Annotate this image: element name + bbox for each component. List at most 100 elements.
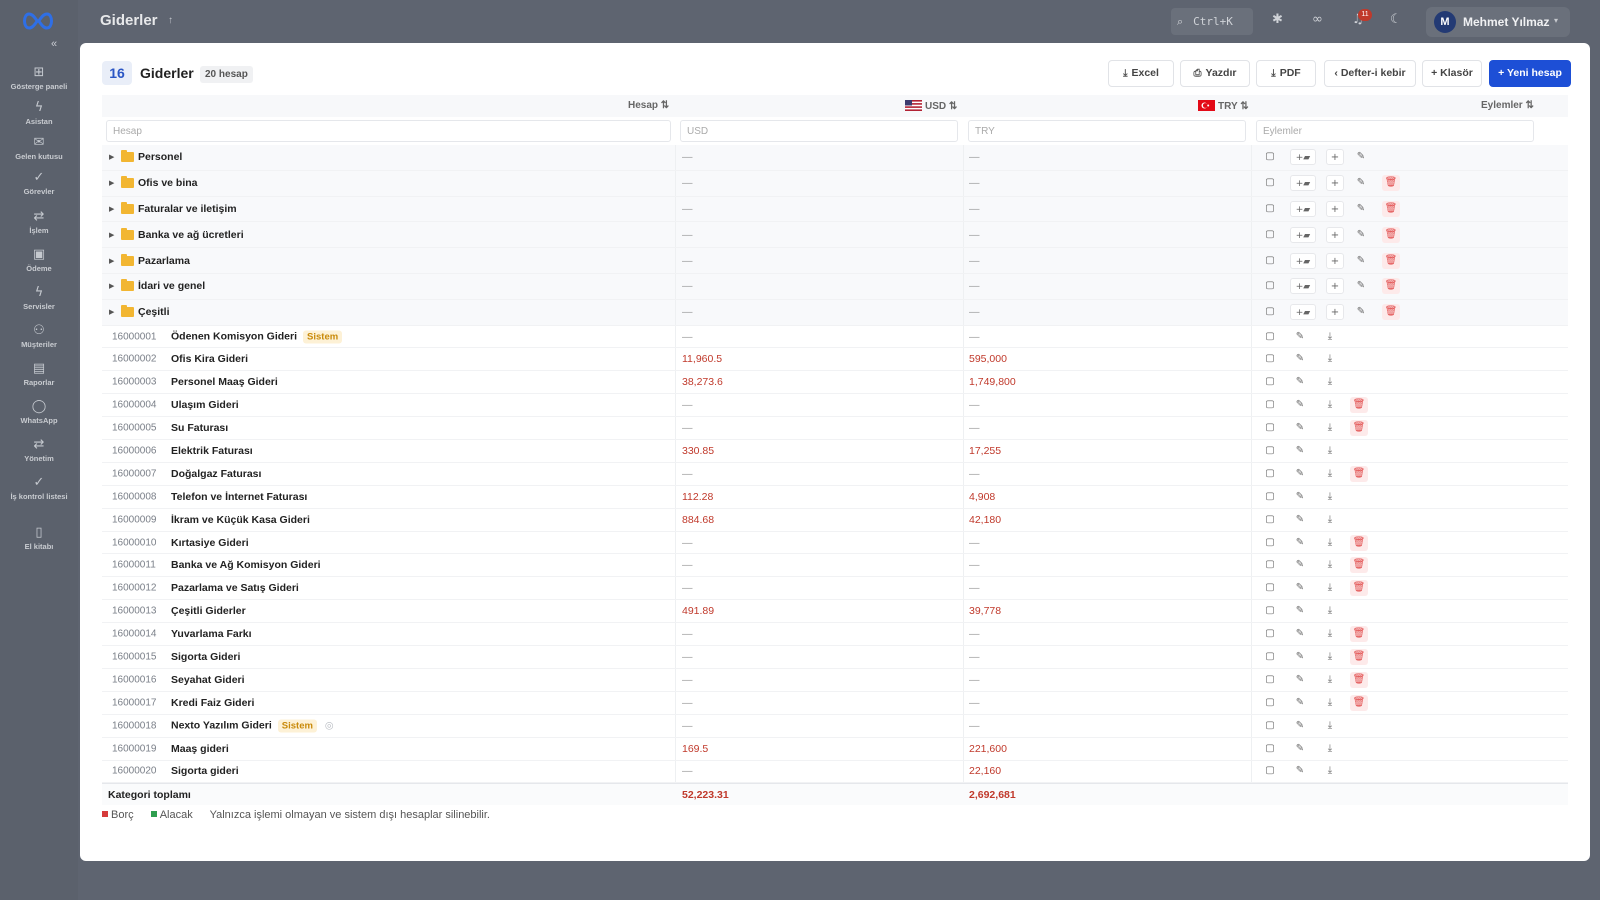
delete-button[interactable]: 🗑 [1350, 420, 1368, 437]
document-icon[interactable]: ▢ [1261, 489, 1279, 505]
pdf-button[interactable]: ⤓ PDF [1256, 60, 1316, 87]
delete-button[interactable]: 🗑 [1350, 557, 1368, 574]
sidebar-item[interactable]: ▯ El kitabı [0, 526, 78, 552]
folder-row[interactable]: ▶ Banka ve ağ ücretleri — — ▢ +▰ + ✎ 🗑 [102, 222, 1568, 249]
add-account-button[interactable]: + [1326, 252, 1344, 269]
add-account-button[interactable]: + [1326, 304, 1344, 321]
document-icon[interactable]: ▢ [1261, 512, 1279, 528]
download-icon[interactable]: ⤓ [1321, 763, 1339, 779]
try-filter-input[interactable]: TRY [968, 120, 1246, 142]
pin-icon[interactable]: ↑ [168, 15, 173, 26]
download-icon[interactable]: ⤓ [1321, 489, 1339, 505]
edit-icon[interactable]: ✎ [1291, 718, 1309, 734]
delete-button[interactable]: 🗑 [1350, 580, 1368, 597]
add-account-button[interactable]: + [1326, 175, 1344, 192]
delete-button[interactable]: 🗑 [1350, 671, 1368, 688]
edit-icon[interactable]: ✎ [1291, 466, 1309, 482]
edit-icon[interactable]: ✎ [1352, 253, 1370, 269]
expand-caret-icon[interactable]: ▶ [109, 231, 114, 239]
add-subfolder-button[interactable]: +▰ [1290, 226, 1316, 243]
document-icon[interactable]: ▢ [1261, 535, 1279, 551]
edit-icon[interactable]: ✎ [1352, 227, 1370, 243]
folder-row[interactable]: ▶ Personel — — ▢ +▰ + ✎ [102, 145, 1568, 171]
brand-logo[interactable] [20, 10, 56, 32]
edit-icon[interactable]: ✎ [1352, 175, 1370, 191]
folder-row[interactable]: ▶ İdari ve genel — — ▢ +▰ + ✎ 🗑 [102, 273, 1568, 300]
download-icon[interactable]: ⤓ [1321, 695, 1339, 711]
edit-icon[interactable]: ✎ [1291, 420, 1309, 436]
download-icon[interactable]: ⤓ [1321, 557, 1339, 573]
table-row[interactable]: 16000014 Yuvarlama Farkı — — ▢ ✎ ⤓ 🗑 [102, 623, 1568, 647]
table-row[interactable]: 16000015 Sigorta Gideri — — ▢ ✎ ⤓ 🗑 [102, 646, 1568, 669]
table-row[interactable]: 16000010 Kırtasiye Gideri — — ▢ ✎ ⤓ 🗑 [102, 531, 1568, 555]
table-row[interactable]: 16000008 Telefon ve İnternet Faturası 112.… [102, 485, 1568, 509]
add-subfolder-button[interactable]: +▰ [1290, 252, 1316, 269]
column-account[interactable]: Hesap ⇅ [628, 100, 669, 111]
download-icon[interactable]: ⤓ [1321, 603, 1339, 619]
add-subfolder-button[interactable]: +▰ [1290, 149, 1316, 166]
document-icon[interactable]: ▢ [1261, 649, 1279, 665]
table-row[interactable]: 16000018 Nexto Yazılım Gideri Sistem ◎ — — ▢ ✎ ⤓ [102, 714, 1568, 738]
document-icon[interactable]: ▢ [1261, 672, 1279, 688]
document-icon[interactable]: ▢ [1261, 227, 1279, 243]
download-icon[interactable]: ⤓ [1321, 351, 1339, 367]
sidebar-item[interactable]: ⇄ İşlem [0, 210, 78, 236]
delete-button[interactable]: 🗑 [1350, 397, 1368, 414]
sidebar-item[interactable]: ✓ Görevler [0, 171, 78, 197]
document-icon[interactable]: ▢ [1261, 253, 1279, 269]
edit-icon[interactable]: ✎ [1291, 626, 1309, 642]
folder-row[interactable]: ▶ Çeşitli — — ▢ +▰ + ✎ 🗑 [102, 299, 1568, 326]
folder-row[interactable]: ▶ Pazarlama — — ▢ +▰ + ✎ 🗑 [102, 248, 1568, 274]
folder-row[interactable]: ▶ Ofis ve bina — — ▢ +▰ + ✎ 🗑 [102, 170, 1568, 197]
edit-icon[interactable]: ✎ [1291, 695, 1309, 711]
edit-icon[interactable]: ✎ [1352, 201, 1370, 217]
document-icon[interactable]: ▢ [1261, 329, 1279, 345]
document-icon[interactable]: ▢ [1261, 201, 1279, 217]
table-row[interactable]: 16000011 Banka ve Ağ Komisyon Gideri — — ▢ ✎ ⤓… [102, 554, 1568, 578]
download-icon[interactable]: ⤓ [1321, 580, 1339, 596]
usd-filter-input[interactable]: USD [680, 120, 958, 142]
document-icon[interactable]: ▢ [1261, 557, 1279, 573]
delete-button[interactable]: 🗑 [1350, 534, 1368, 551]
actions-filter-input[interactable]: Eylemler [1256, 120, 1534, 142]
column-actions[interactable]: Eylemler ⇅ [1481, 100, 1534, 111]
edit-icon[interactable]: ✎ [1291, 329, 1309, 345]
delete-button[interactable]: 🗑 [1350, 694, 1368, 711]
download-icon[interactable]: ⤓ [1321, 329, 1339, 345]
document-icon[interactable]: ▢ [1261, 741, 1279, 757]
sidebar-item[interactable]: ◯ WhatsApp [0, 400, 78, 426]
add-subfolder-button[interactable]: +▰ [1290, 278, 1316, 295]
table-row[interactable]: 16000002 Ofis Kira Gideri 11,960.5 595,000 ▢… [102, 348, 1568, 372]
download-icon[interactable]: ⤓ [1321, 466, 1339, 482]
sidebar-item[interactable]: ▣ Ödeme [0, 248, 78, 274]
table-row[interactable]: 16000016 Seyahat Gideri — — ▢ ✎ ⤓ 🗑 [102, 668, 1568, 692]
search-button[interactable]: ⌕ Ctrl+K [1171, 8, 1253, 35]
delete-button[interactable]: 🗑 [1382, 252, 1400, 269]
download-icon[interactable]: ⤓ [1321, 535, 1339, 551]
edit-icon[interactable]: ✎ [1291, 489, 1309, 505]
ledger-button[interactable]: ‹ Defter-i kebir [1324, 60, 1416, 87]
folder-row[interactable]: ▶ Faturalar ve iletişim — — ▢ +▰ + ✎ 🗑 [102, 196, 1568, 223]
table-row[interactable]: 16000009 İkram ve Küçük Kasa Gideri 884.68… [102, 508, 1568, 532]
edit-icon[interactable]: ✎ [1291, 443, 1309, 459]
download-icon[interactable]: ⤓ [1321, 741, 1339, 757]
column-usd[interactable]: USD ⇅ [905, 100, 957, 112]
add-subfolder-button[interactable]: +▰ [1290, 200, 1316, 217]
add-subfolder-button[interactable]: +▰ [1290, 304, 1316, 321]
edit-icon[interactable]: ✎ [1352, 304, 1370, 320]
edit-icon[interactable]: ✎ [1291, 557, 1309, 573]
delete-button[interactable]: 🗑 [1382, 304, 1400, 321]
delete-button[interactable]: 🗑 [1350, 648, 1368, 665]
collapse-sidebar-icon[interactable]: « [51, 38, 57, 50]
table-row[interactable]: 16000012 Pazarlama ve Satış Gideri — — ▢ ✎ ⤓ 🗑 [102, 577, 1568, 601]
table-row[interactable]: 16000003 Personel Maaş Gideri 38,273.6 1,74… [102, 371, 1568, 395]
expand-caret-icon[interactable]: ▶ [109, 179, 114, 187]
download-icon[interactable]: ⤓ [1321, 672, 1339, 688]
document-icon[interactable]: ▢ [1261, 374, 1279, 390]
document-icon[interactable]: ▢ [1261, 626, 1279, 642]
table-row[interactable]: 16000005 Su Faturası — — ▢ ✎ ⤓ 🗑 [102, 417, 1568, 441]
sidebar-item[interactable]: ✓ İş kontrol listesi [0, 476, 78, 502]
document-icon[interactable]: ▢ [1261, 603, 1279, 619]
delete-button[interactable]: 🗑 [1382, 278, 1400, 295]
table-row[interactable]: 16000006 Elektrik Faturası 330.85 17,255 ▢ ✎ ⤓ [102, 440, 1568, 463]
